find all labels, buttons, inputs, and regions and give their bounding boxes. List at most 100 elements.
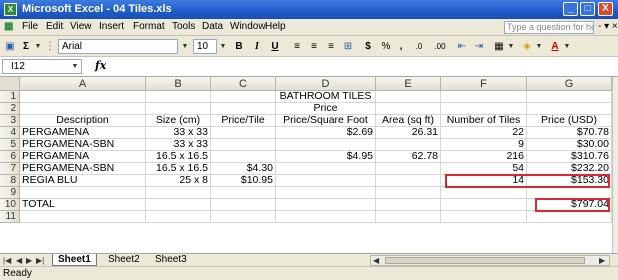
cell-f4[interactable]: 22 — [441, 127, 527, 139]
tab-sheet2[interactable]: Sheet2 — [103, 254, 145, 266]
cell-g1[interactable] — [527, 91, 612, 103]
cell-c1[interactable] — [211, 91, 276, 103]
currency-button[interactable]: $ — [362, 39, 374, 54]
cell-c8[interactable]: $10.95 — [211, 175, 276, 187]
save-icon[interactable]: ▣ — [3, 39, 17, 54]
row-header[interactable]: 4 — [0, 127, 20, 139]
tab-sheet1[interactable]: Sheet1 — [52, 254, 97, 266]
comma-button[interactable]: , — [396, 39, 406, 54]
cell-a11[interactable] — [20, 211, 146, 223]
cell-c3[interactable]: Price/Tile — [211, 115, 276, 127]
cell-d4[interactable]: $2.69 — [276, 127, 376, 139]
menu-edit[interactable]: Edit — [46, 21, 63, 32]
cell-d6[interactable]: $4.95 — [276, 151, 376, 163]
column-header-b[interactable]: B — [146, 77, 211, 91]
question-input[interactable]: Type a question for help — [504, 21, 594, 34]
cell-b10[interactable] — [146, 199, 211, 211]
italic-button[interactable]: I — [250, 39, 264, 54]
increase-indent-icon[interactable]: ⇥ — [472, 39, 486, 54]
row-header[interactable]: 5 — [0, 139, 20, 151]
cell-d9[interactable] — [276, 187, 376, 199]
decrease-decimal-button[interactable]: .00 — [430, 39, 450, 54]
bold-button[interactable]: B — [232, 39, 246, 54]
cell-a8[interactable]: REGIA BLU — [20, 175, 146, 187]
cell-d11[interactable] — [276, 211, 376, 223]
cell-e6[interactable]: 62.78 — [376, 151, 441, 163]
chevron-down-icon[interactable]: ▼ — [218, 39, 228, 54]
cell-e11[interactable] — [376, 211, 441, 223]
align-right-icon[interactable]: ≡ — [324, 39, 338, 54]
cell-a1[interactable] — [20, 91, 146, 103]
horizontal-scrollbar[interactable]: ◀ ▶ — [370, 255, 610, 266]
close-button[interactable]: X — [598, 2, 613, 16]
document-controls[interactable]: - ▾ × — [598, 21, 618, 32]
fill-color-icon[interactable]: ◈ — [520, 39, 534, 54]
cell-e9[interactable] — [376, 187, 441, 199]
increase-decimal-button[interactable]: .0 — [410, 39, 428, 54]
column-header-a[interactable]: A — [20, 77, 146, 91]
row-header[interactable]: 10 — [0, 199, 20, 211]
decrease-indent-icon[interactable]: ⇤ — [455, 39, 469, 54]
menu-file[interactable]: File — [22, 21, 38, 32]
cell-f11[interactable] — [441, 211, 527, 223]
cell-c10[interactable] — [211, 199, 276, 211]
column-header-d[interactable]: D — [276, 77, 376, 91]
cell-e1[interactable] — [376, 91, 441, 103]
toolbar-options-icon[interactable]: ⋮ — [45, 39, 55, 54]
cell-f1[interactable] — [441, 91, 527, 103]
cell-e4[interactable]: 26.31 — [376, 127, 441, 139]
column-header-e[interactable]: E — [376, 77, 441, 91]
underline-button[interactable]: U — [268, 39, 282, 54]
cell-d10[interactable] — [276, 199, 376, 211]
minimize-button[interactable]: _ — [563, 2, 578, 16]
percent-button[interactable]: % — [380, 39, 392, 54]
menu-help[interactable]: Help — [265, 21, 286, 32]
worksheet-grid[interactable]: A B C D E F G 1 BATHROOM TILES 2 Price 3 Description… — [0, 77, 612, 253]
cell-f8[interactable]: 14 — [441, 175, 527, 187]
scroll-right-icon[interactable]: ▶ — [599, 256, 605, 265]
chevron-down-icon[interactable]: ▼ — [70, 59, 80, 74]
cell-e8[interactable] — [376, 175, 441, 187]
scroll-left-icon[interactable]: ◀ — [373, 256, 379, 265]
cell-a10[interactable]: TOTAL — [20, 199, 146, 211]
row-header[interactable]: 1 — [0, 91, 20, 103]
font-select[interactable]: Arial — [58, 39, 178, 54]
menu-view[interactable]: View — [70, 21, 92, 32]
last-sheet-icon[interactable]: ▶| — [36, 255, 44, 266]
menu-window[interactable]: Window — [230, 21, 266, 32]
cell-e7[interactable] — [376, 163, 441, 175]
first-sheet-icon[interactable]: |◀ — [3, 255, 11, 266]
chevron-down-icon[interactable]: ▼ — [33, 39, 43, 54]
cell-e10[interactable] — [376, 199, 441, 211]
cell-c4[interactable] — [211, 127, 276, 139]
row-header[interactable]: 3 — [0, 115, 20, 127]
select-all-corner[interactable] — [0, 77, 20, 91]
cell-g8[interactable]: $153.30 — [527, 175, 612, 187]
merge-center-icon[interactable]: ⊞ — [341, 39, 355, 54]
cell-f9[interactable] — [441, 187, 527, 199]
function-icon[interactable]: fx — [95, 59, 106, 72]
cell-b11[interactable] — [146, 211, 211, 223]
menu-tools[interactable]: Tools — [172, 21, 195, 32]
cell-g11[interactable] — [527, 211, 612, 223]
cell-d7[interactable] — [276, 163, 376, 175]
menu-format[interactable]: Format — [133, 21, 165, 32]
chevron-down-icon[interactable]: ▼ — [534, 39, 544, 54]
cell-b8[interactable]: 25 x 8 — [146, 175, 211, 187]
next-sheet-icon[interactable]: ▶ — [26, 255, 32, 266]
workbook-icon[interactable]: ▦ — [4, 21, 13, 32]
cell-c5[interactable] — [211, 139, 276, 151]
column-header-c[interactable]: C — [211, 77, 276, 91]
tab-sheet3[interactable]: Sheet3 — [150, 254, 192, 266]
chevron-down-icon[interactable]: ▼ — [562, 39, 572, 54]
row-header[interactable]: 2 — [0, 103, 20, 115]
row-header[interactable]: 6 — [0, 151, 20, 163]
row-header[interactable]: 8 — [0, 175, 20, 187]
chevron-down-icon[interactable]: ▼ — [180, 39, 190, 54]
column-header-f[interactable]: F — [441, 77, 527, 91]
align-center-icon[interactable]: ≡ — [307, 39, 321, 54]
menu-insert[interactable]: Insert — [99, 21, 124, 32]
column-header-g[interactable]: G — [527, 77, 612, 91]
row-header[interactable]: 7 — [0, 163, 20, 175]
cell-c9[interactable] — [211, 187, 276, 199]
